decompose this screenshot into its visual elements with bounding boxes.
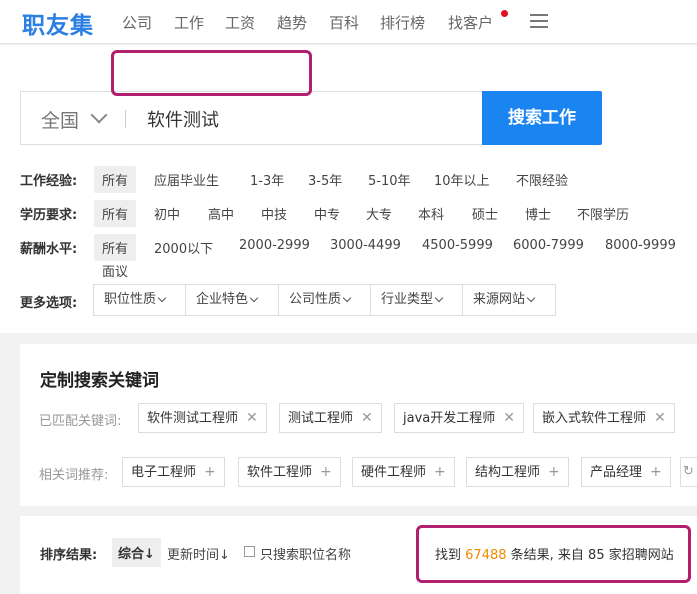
matched-tag[interactable]: 测试工程师 ✕ xyxy=(279,403,382,433)
filter-option[interactable]: 不限经验 xyxy=(516,170,568,189)
related-tag[interactable]: 软件工程师 + xyxy=(238,457,341,487)
related-tag[interactable]: 电子工程师 + xyxy=(122,457,225,487)
filter-option[interactable]: 中专 xyxy=(314,204,340,223)
filter-option[interactable]: 3000-4499 xyxy=(330,238,401,253)
highlight-annotation xyxy=(111,50,312,96)
filter-option[interactable]: 所有 xyxy=(94,234,137,261)
close-icon[interactable]: ✕ xyxy=(503,410,515,426)
filter-option[interactable]: 1-3年 xyxy=(250,170,284,189)
filter-option[interactable]: 高中 xyxy=(208,204,234,223)
sort-time-button[interactable]: 更新时间↓ xyxy=(167,544,230,563)
dropdown-job-type[interactable]: 职位性质 xyxy=(94,285,186,315)
search-input[interactable]: 软件测试 xyxy=(147,106,219,132)
filter-option[interactable]: 2000-2999 xyxy=(239,238,310,253)
nav-wiki[interactable]: 百科 xyxy=(329,12,359,33)
filter-option[interactable]: 所有 xyxy=(94,166,137,193)
filter-option[interactable]: 初中 xyxy=(154,204,180,223)
add-icon[interactable]: + xyxy=(650,464,662,480)
add-icon[interactable]: + xyxy=(434,464,446,480)
divider xyxy=(125,110,126,128)
region-select[interactable]: 全国 xyxy=(41,106,79,133)
nav-find-clients[interactable]: 找客户 xyxy=(448,12,493,33)
chevron-down-icon[interactable] xyxy=(90,106,108,124)
filter-option[interactable]: 面议 xyxy=(102,261,128,280)
filter-option[interactable]: 应届毕业生 xyxy=(154,170,219,189)
filter-experience: 工作经验: 所有 应届毕业生 1-3年 3-5年 5-10年 10年以上 不限经… xyxy=(20,166,680,193)
filter-label: 学历要求: xyxy=(20,208,78,223)
add-icon[interactable]: + xyxy=(204,464,216,480)
highlight-annotation xyxy=(416,525,691,583)
filter-option[interactable]: 所有 xyxy=(94,200,137,227)
filter-label: 更多选项: xyxy=(20,296,78,311)
notification-dot-icon xyxy=(501,10,508,17)
dropdown-industry[interactable]: 行业类型 xyxy=(371,285,463,315)
filter-option[interactable]: 6000-7999 xyxy=(513,238,584,253)
top-nav: 职友集 公司 工作 工资 趋势 百科 排行榜 找客户 xyxy=(0,0,697,44)
filter-option[interactable]: 本科 xyxy=(418,204,444,223)
filter-salary: 薪酬水平: 所有 2000以下 2000-2999 3000-4499 4500… xyxy=(20,234,690,280)
close-icon[interactable]: ✕ xyxy=(246,410,258,426)
search-section: 全国 软件测试 搜索工作 工作经验: 所有 应届毕业生 1-3年 3-5年 5-… xyxy=(0,45,697,333)
filter-label: 薪酬水平: xyxy=(20,242,78,257)
site-logo[interactable]: 职友集 xyxy=(22,6,94,40)
filter-option[interactable]: 博士 xyxy=(525,204,551,223)
filter-option[interactable]: 不限学历 xyxy=(577,204,629,223)
menu-icon[interactable] xyxy=(530,14,548,28)
filter-option[interactable]: 硕士 xyxy=(472,204,498,223)
matched-tag[interactable]: 软件测试工程师 ✕ xyxy=(138,403,267,433)
nav-rankings[interactable]: 排行榜 xyxy=(380,12,425,33)
filter-education: 学历要求: 所有 初中 高中 中技 中专 大专 本科 硕士 博士 不限学历 xyxy=(20,200,680,227)
matched-label: 已匹配关键词: xyxy=(39,414,122,429)
dropdown-company-nature[interactable]: 公司性质 xyxy=(279,285,371,315)
title-only-label[interactable]: 只搜索职位名称 xyxy=(260,544,351,563)
keyword-title: 定制搜索关键词 xyxy=(40,371,159,391)
sort-default-button[interactable]: 综合↓ xyxy=(112,538,161,567)
filter-option[interactable]: 4500-5999 xyxy=(422,238,493,253)
nav-jobs[interactable]: 工作 xyxy=(174,12,204,33)
nav-trends[interactable]: 趋势 xyxy=(277,12,307,33)
title-only-checkbox[interactable] xyxy=(244,546,255,557)
related-tag[interactable]: 产品经理 + xyxy=(581,457,671,487)
filter-option[interactable]: 3-5年 xyxy=(308,170,342,189)
related-tag[interactable]: 硬件工程师 + xyxy=(352,457,455,487)
filter-option[interactable]: 大专 xyxy=(366,204,392,223)
dropdown-company-feature[interactable]: 企业特色 xyxy=(186,285,279,315)
search-box: 全国 软件测试 xyxy=(20,91,482,145)
filter-option[interactable]: 5-10年 xyxy=(368,170,411,189)
close-icon[interactable]: ✕ xyxy=(361,410,373,426)
related-label: 相关词推荐: xyxy=(39,468,109,483)
filter-option[interactable]: 10年以上 xyxy=(434,170,490,189)
nav-company[interactable]: 公司 xyxy=(122,12,152,33)
add-icon[interactable]: + xyxy=(548,464,560,480)
filter-label: 工作经验: xyxy=(20,174,78,189)
filter-option[interactable]: 8000-9999 xyxy=(605,238,676,253)
dropdown-source-site[interactable]: 来源网站 xyxy=(463,285,555,315)
keyword-card: 定制搜索关键词 已匹配关键词: 软件测试工程师 ✕ 测试工程师 ✕ java开发工程… xyxy=(20,344,697,506)
more-options-bar: 职位性质 企业特色 公司性质 行业类型 来源网站 xyxy=(93,284,556,316)
related-tag[interactable]: 结构工程师 + xyxy=(466,457,569,487)
nav-salary[interactable]: 工资 xyxy=(225,12,255,33)
filter-more: 更多选项: 职位性质 企业特色 公司性质 行业类型 来源网站 xyxy=(20,284,580,316)
refresh-icon[interactable]: ↻ xyxy=(680,457,697,487)
close-icon[interactable]: ✕ xyxy=(654,410,666,426)
search-jobs-button[interactable]: 搜索工作 xyxy=(482,91,602,145)
sort-label: 排序结果: xyxy=(40,548,98,563)
filter-option[interactable]: 2000以下 xyxy=(154,238,213,257)
add-icon[interactable]: + xyxy=(320,464,332,480)
filter-option[interactable]: 中技 xyxy=(261,204,287,223)
matched-tag[interactable]: 嵌入式软件工程师 ✕ xyxy=(533,403,675,433)
matched-tag[interactable]: java开发工程师 ✕ xyxy=(394,403,524,433)
